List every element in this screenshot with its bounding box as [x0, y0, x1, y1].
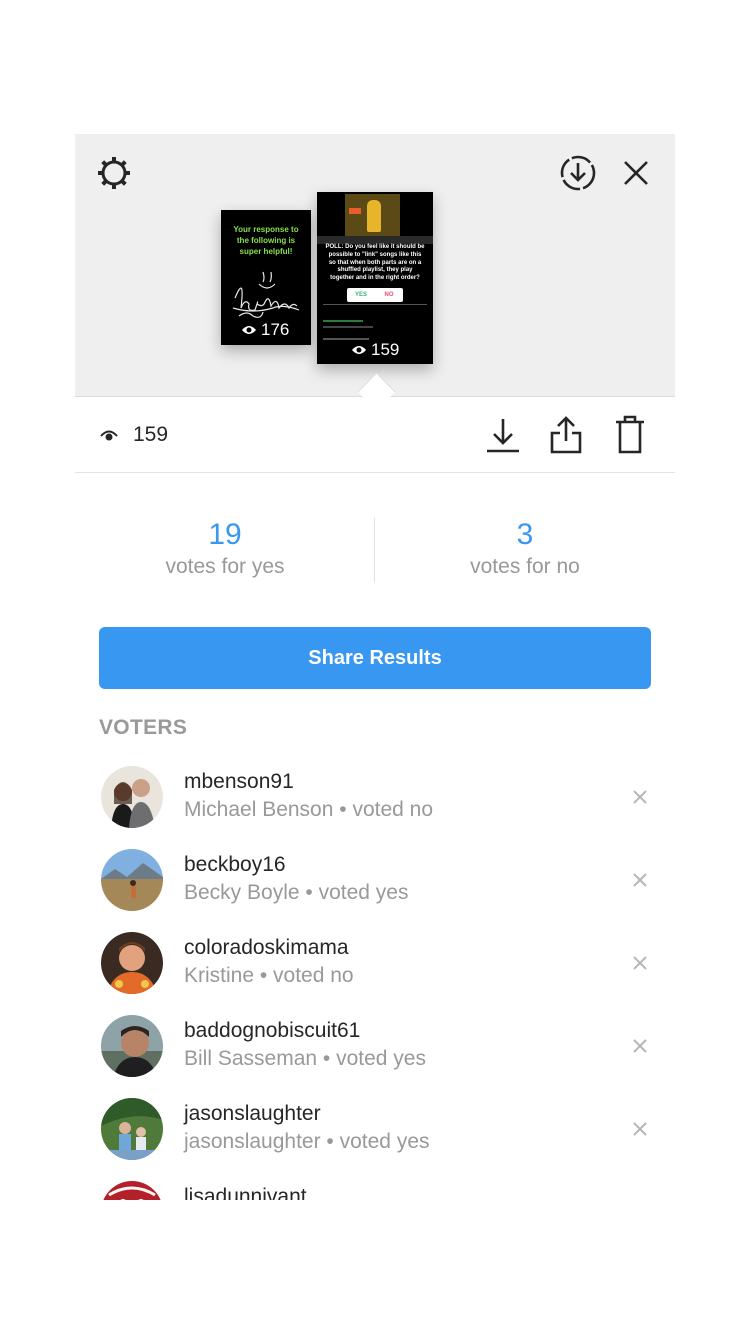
voter-detail: Kristine • voted no [184, 964, 354, 987]
voter-detail: jasonslaughter • voted yes [184, 1130, 430, 1153]
eye-icon [352, 346, 366, 354]
voter-row[interactable]: baddognobiscuit61 Bill Sasseman • voted … [75, 1015, 675, 1098]
voter-username[interactable]: lisadunnivant [184, 1185, 307, 1200]
eye-icon [242, 326, 256, 334]
x-icon[interactable] [631, 1120, 649, 1138]
playlist-line [323, 326, 373, 328]
voter-row[interactable]: mbenson91 Michael Benson • voted no [75, 766, 675, 849]
avatar[interactable] [101, 1098, 163, 1160]
story-thumbnail[interactable]: Your response to the following is super … [221, 210, 311, 345]
poll-yes-option: YES [354, 292, 367, 298]
voter-username[interactable]: beckboy16 [184, 853, 286, 877]
story-view-count: 159 [351, 340, 399, 360]
story-thumbnail-selected[interactable]: POLL: Do you feel like it should be poss… [317, 192, 433, 364]
story-stats-row: 159 [75, 397, 675, 473]
voter-detail: Bill Sasseman • voted yes [184, 1047, 426, 1070]
yes-votes: 19 votes for yes [75, 518, 375, 582]
avatar[interactable] [101, 1181, 163, 1200]
voter-detail: Michael Benson • voted no [184, 798, 434, 821]
share-results-button[interactable]: Share Results [99, 627, 651, 689]
x-icon[interactable] [631, 954, 649, 972]
download-circle-icon[interactable] [559, 154, 597, 192]
x-icon[interactable] [631, 788, 649, 806]
story-view-count: 176 [241, 320, 289, 340]
gear-icon[interactable] [95, 154, 133, 192]
x-icon[interactable] [631, 871, 649, 889]
avatar[interactable] [101, 849, 163, 911]
poll-no-option: NO [384, 292, 394, 298]
voter-username[interactable]: mbenson91 [184, 770, 294, 794]
no-votes: 3 votes for no [375, 518, 675, 582]
yes-vote-count: 19 [208, 518, 242, 551]
voter-row[interactable]: beckboy16 Becky Boyle • voted yes [75, 849, 675, 932]
viewers-count[interactable]: 159 [99, 423, 168, 447]
playlist-line [323, 304, 427, 305]
avatar[interactable] [101, 766, 163, 828]
trash-icon[interactable] [615, 415, 645, 455]
album-art [345, 194, 400, 238]
voter-row[interactable]: coloradoskimama Kristine • voted no [75, 932, 675, 1015]
voter-row[interactable]: lisadunnivant [75, 1181, 675, 1200]
yes-vote-label: votes for yes [165, 555, 285, 578]
voters-section-title: VOTERS [99, 716, 188, 739]
voter-username[interactable]: coloradoskimama [184, 936, 349, 960]
close-icon[interactable] [623, 160, 649, 186]
handwriting-drawing [232, 271, 300, 318]
playlist-line [323, 320, 363, 322]
no-vote-label: votes for no [470, 555, 580, 578]
voter-detail: Becky Boyle • voted yes [184, 881, 409, 904]
avatar[interactable] [101, 1015, 163, 1077]
avatar[interactable] [101, 932, 163, 994]
poll-question: POLL: Do you feel like it should be poss… [325, 244, 425, 282]
share-icon[interactable] [549, 415, 583, 455]
story-caption: Your response to the following is super … [233, 225, 299, 256]
voter-username[interactable]: jasonslaughter [184, 1102, 321, 1126]
story-preview-header: Your response to the following is super … [75, 134, 675, 397]
poll-sticker: YES NO [347, 288, 403, 302]
eye-icon [100, 430, 118, 441]
no-vote-count: 3 [516, 518, 534, 551]
poll-results: 19 votes for yes 3 votes for no [75, 518, 675, 582]
crowd-silhouette [317, 236, 433, 244]
story-insights-sheet: Your response to the following is super … [75, 134, 675, 1200]
view-count-number: 159 [133, 423, 169, 446]
download-icon[interactable] [485, 417, 521, 455]
voter-username[interactable]: baddognobiscuit61 [184, 1019, 360, 1043]
x-icon[interactable] [631, 1037, 649, 1055]
voter-row[interactable]: jasonslaughter jasonslaughter • voted ye… [75, 1098, 675, 1181]
